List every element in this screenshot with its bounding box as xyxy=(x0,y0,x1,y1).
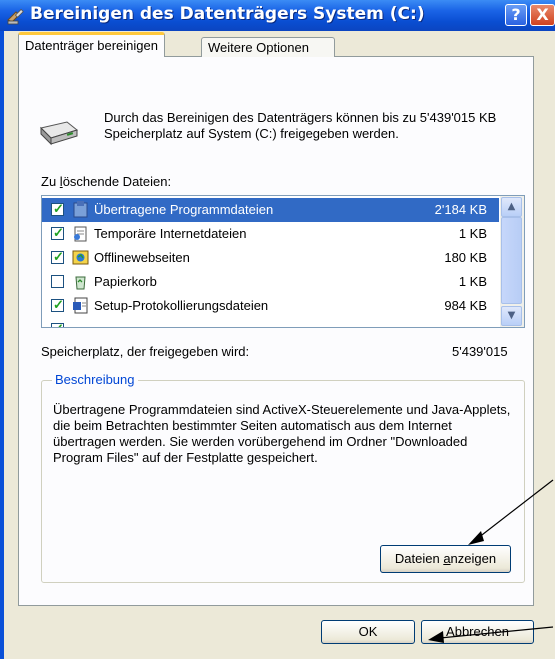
file-size: 2'184 KB xyxy=(434,202,487,217)
show-files-label-post: nzeigen xyxy=(450,551,497,566)
file-name: Setup-Protokollierungsdateien xyxy=(94,298,269,313)
list-scrollbar[interactable]: ▲ ▼ xyxy=(500,196,524,327)
tab-more-options[interactable]: Weitere Optionen xyxy=(201,37,335,57)
internet-files-icon xyxy=(74,226,87,242)
log-file-icon xyxy=(73,297,88,314)
list-item[interactable]: ✓ Setup-Protokollierungsdateien 984 KB xyxy=(42,294,499,318)
window-title: Bereinigen des Datenträgers System (C:) xyxy=(30,4,425,24)
file-name: Offlinewebseiten xyxy=(94,250,190,265)
cancel-button[interactable]: Abbrechen xyxy=(421,620,534,644)
space-freed-value: 5'439'015 xyxy=(452,344,508,359)
file-name: Temporäre Internetdateien xyxy=(94,226,247,241)
checkbox-partial[interactable]: ✓ xyxy=(51,321,64,327)
scroll-up-icon[interactable]: ▲ xyxy=(501,197,522,217)
checkbox-program-files[interactable]: ✓ xyxy=(51,201,64,216)
file-size: 984 KB xyxy=(444,298,487,313)
scroll-thumb[interactable] xyxy=(501,217,522,304)
intro-text: Durch das Bereinigen des Datenträgers kö… xyxy=(104,110,497,141)
title-bar[interactable]: Bereinigen des Datenträgers System (C:) … xyxy=(0,0,555,31)
files-listbox[interactable]: ✓ Übertragene Programmdateien 2'184 KB ✓… xyxy=(41,195,525,328)
checkbox-setup-logs[interactable]: ✓ xyxy=(51,297,64,312)
description-text: Übertragene Programmdateien sind ActiveX… xyxy=(53,402,511,465)
file-size: 1 KB xyxy=(458,226,487,241)
ok-button[interactable]: OK xyxy=(321,620,415,644)
description-title: Beschreibung xyxy=(52,372,138,387)
close-button[interactable]: X xyxy=(530,4,555,26)
file-name: Übertragene Programmdateien xyxy=(94,202,274,217)
show-files-label-pre: Dateien xyxy=(394,551,444,566)
offline-pages-icon xyxy=(72,250,89,265)
file-size: 180 KB xyxy=(444,250,487,265)
list-item[interactable]: ✓ Übertragene Programmdateien 2'184 KB xyxy=(42,198,499,222)
file-size: 1 KB xyxy=(458,274,487,289)
recycle-bin-icon xyxy=(75,276,86,290)
space-freed-label: Speicherplatz, der freigegeben wird: xyxy=(41,344,250,359)
checkbox-temp-internet-files[interactable]: ✓ xyxy=(51,225,64,240)
tab-disk-cleanup[interactable]: Datenträger bereinigen xyxy=(18,32,165,57)
help-button[interactable]: ? xyxy=(505,4,527,26)
show-files-button[interactable]: Dateien anzeigen xyxy=(380,545,511,573)
program-files-icon xyxy=(73,201,88,218)
files-to-delete-label: Zu löschende Dateien: xyxy=(41,174,172,189)
list-item[interactable]: Papierkorb 1 KB xyxy=(42,270,499,294)
hard-drive-icon xyxy=(40,121,79,146)
checkbox-offline-pages[interactable]: ✓ xyxy=(51,249,64,264)
file-name: Papierkorb xyxy=(94,274,157,289)
list-item[interactable]: ✓ Offlinewebseiten 180 KB xyxy=(42,246,499,270)
list-item-partial[interactable]: ✓ xyxy=(42,318,499,327)
disk-cleanup-icon xyxy=(7,8,24,25)
list-item[interactable]: ✓ Temporäre Internetdateien 1 KB xyxy=(42,222,499,246)
show-files-label-accel: a xyxy=(443,551,451,566)
checkbox-recycle-bin[interactable] xyxy=(51,275,64,288)
scroll-down-icon[interactable]: ▼ xyxy=(501,306,522,326)
